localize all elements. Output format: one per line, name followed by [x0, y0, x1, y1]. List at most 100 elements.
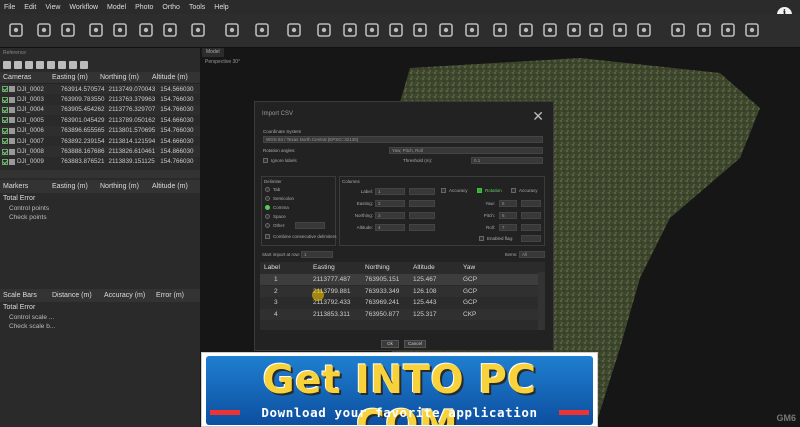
camera-checkbox[interactable] [2, 106, 8, 113]
rot-accuracy-input[interactable] [521, 212, 541, 219]
radio-comma[interactable] [265, 205, 270, 210]
ok-button[interactable]: Ok [381, 340, 399, 348]
camera-checkbox[interactable] [2, 158, 8, 165]
camera-checkbox[interactable] [2, 117, 8, 124]
undo-icon[interactable] [86, 20, 106, 40]
layers-icon[interactable] [742, 20, 762, 40]
menu-file[interactable]: File [4, 4, 15, 11]
camera-checkbox[interactable] [2, 86, 8, 93]
menu-model[interactable]: Model [107, 4, 126, 11]
rotation-angles-select[interactable]: Yaw, Pitch, Roll [389, 147, 543, 154]
close-icon[interactable]: ✕ [532, 108, 544, 125]
menu-tools[interactable]: Tools [189, 4, 205, 11]
menu-workflow[interactable]: Workflow [69, 4, 98, 11]
rot-accuracy-input[interactable] [521, 200, 541, 207]
pointer-icon[interactable] [136, 20, 156, 40]
col-accuracy-input[interactable] [409, 224, 435, 231]
shape-c-icon[interactable] [540, 20, 560, 40]
other-delimiter-input[interactable] [295, 222, 325, 229]
camera-checkbox[interactable] [2, 96, 8, 103]
rotation-checkbox[interactable] [477, 188, 482, 193]
col-easting[interactable]: Easting (m) [52, 74, 100, 81]
col-accuracy-input[interactable] [409, 212, 435, 219]
close-icon[interactable] [314, 20, 334, 40]
rot-field-input[interactable]: 5 [499, 200, 517, 207]
open-icon[interactable] [34, 20, 54, 40]
polyline-icon[interactable] [252, 20, 272, 40]
rot-field-input[interactable]: 7 [499, 224, 517, 231]
camera-row[interactable]: DJI_0004 763905.454262 2113776.329707 154.7… [0, 104, 200, 116]
resize-icon[interactable] [188, 20, 208, 40]
col-error[interactable]: Error (m) [156, 292, 196, 299]
check-points-item[interactable]: Check points [0, 213, 200, 222]
zoom-out-icon[interactable] [386, 20, 406, 40]
col-cameras[interactable]: Cameras [0, 74, 52, 81]
camera-row[interactable]: DJI_0002 763914.570574 2113749.070043 154.5… [0, 84, 200, 95]
camera-checkbox[interactable] [2, 127, 8, 134]
camera-row[interactable]: DJI_0008 763888.167686 2113826.610461 154.8… [0, 146, 200, 157]
col-m-northing[interactable]: Northing (m) [100, 183, 152, 190]
col-scale-bars[interactable]: Scale Bars [0, 292, 52, 299]
star-icon[interactable] [36, 61, 44, 69]
convert-icon[interactable] [25, 61, 33, 69]
col-field-input[interactable]: 1 [375, 188, 405, 195]
col-field-input[interactable]: 3 [375, 212, 405, 219]
shape-f-icon[interactable] [610, 20, 630, 40]
move-icon[interactable] [410, 20, 430, 40]
accuracy-checkbox[interactable] [441, 188, 446, 193]
shape-b-icon[interactable] [516, 20, 536, 40]
table-row[interactable]: 4 2113853.311 763950.877 125.317 CKP [260, 308, 538, 320]
errors-icon[interactable] [80, 61, 88, 69]
col-field-input[interactable]: 2 [375, 200, 405, 207]
crop-icon[interactable] [340, 20, 360, 40]
shape-d-icon[interactable] [564, 20, 584, 40]
start-row-input[interactable]: 1 [301, 251, 333, 258]
rot-field-input[interactable]: 6 [499, 212, 517, 219]
edit-icon[interactable] [694, 20, 714, 40]
import-icon[interactable] [3, 61, 11, 69]
menu-view[interactable]: View [45, 4, 60, 11]
grid-points-icon[interactable] [462, 20, 482, 40]
table-scrollbar[interactable] [538, 272, 545, 330]
new-icon[interactable] [6, 20, 26, 40]
radio-semicolon[interactable] [265, 196, 270, 201]
camera-icon[interactable] [634, 20, 654, 40]
texture-icon[interactable] [668, 20, 688, 40]
points-icon[interactable] [436, 20, 456, 40]
radio-other[interactable] [265, 223, 270, 228]
horizontal-scrollbar[interactable] [0, 170, 200, 178]
table-row[interactable]: 3 2113792.433 763969.241 125.443 GCP [260, 297, 538, 308]
navigate-icon[interactable] [222, 20, 242, 40]
cancel-button[interactable]: Cancel [404, 340, 426, 348]
ignore-labels-checkbox[interactable] [263, 158, 268, 163]
col-accuracy-input[interactable] [409, 200, 435, 207]
settings-icon[interactable] [47, 61, 55, 69]
col-distance[interactable]: Distance (m) [52, 292, 104, 299]
table-row[interactable]: 1 2113777.487 763905.151 125.467 GCP [260, 274, 538, 285]
col-accuracy-input[interactable] [409, 188, 435, 195]
control-points-item[interactable]: Control points [0, 204, 200, 213]
combine-checkbox[interactable] [265, 234, 270, 239]
camera-row[interactable]: DJI_0007 763892.239154 2113814.121594 154.6… [0, 136, 200, 146]
table-icon[interactable] [58, 61, 66, 69]
view-icon[interactable] [69, 61, 77, 69]
col-field-input[interactable]: 4 [375, 224, 405, 231]
enabled-flag-input[interactable] [521, 235, 541, 242]
shape-a-icon[interactable] [490, 20, 510, 40]
shape-e-icon[interactable] [586, 20, 606, 40]
col-northing[interactable]: Northing (m) [100, 74, 152, 81]
camera-row[interactable]: DJI_0009 763883.876521 2113839.151125 154.7… [0, 157, 200, 167]
col-m-altitude[interactable]: Altitude (m) [152, 183, 196, 190]
enabled-flag-checkbox[interactable] [479, 236, 484, 241]
menu-edit[interactable]: Edit [24, 4, 36, 11]
table-row[interactable]: 2 2113799.881 763933.349 126.108 GCP [260, 285, 538, 297]
col-accuracy[interactable]: Accuracy (m) [104, 292, 156, 299]
radio-space[interactable] [265, 214, 270, 219]
camera-row[interactable]: DJI_0006 763896.655565 2113801.570695 154.7… [0, 125, 200, 136]
ruler-icon[interactable] [284, 20, 304, 40]
threshold-input[interactable]: 0.1 [471, 157, 543, 164]
zoom-in-icon[interactable] [362, 20, 382, 40]
menu-ortho[interactable]: Ortho [162, 4, 180, 11]
rot-accuracy-input[interactable] [521, 224, 541, 231]
download-banner[interactable]: Get INTO PC .COM Download your favorite … [201, 352, 598, 427]
